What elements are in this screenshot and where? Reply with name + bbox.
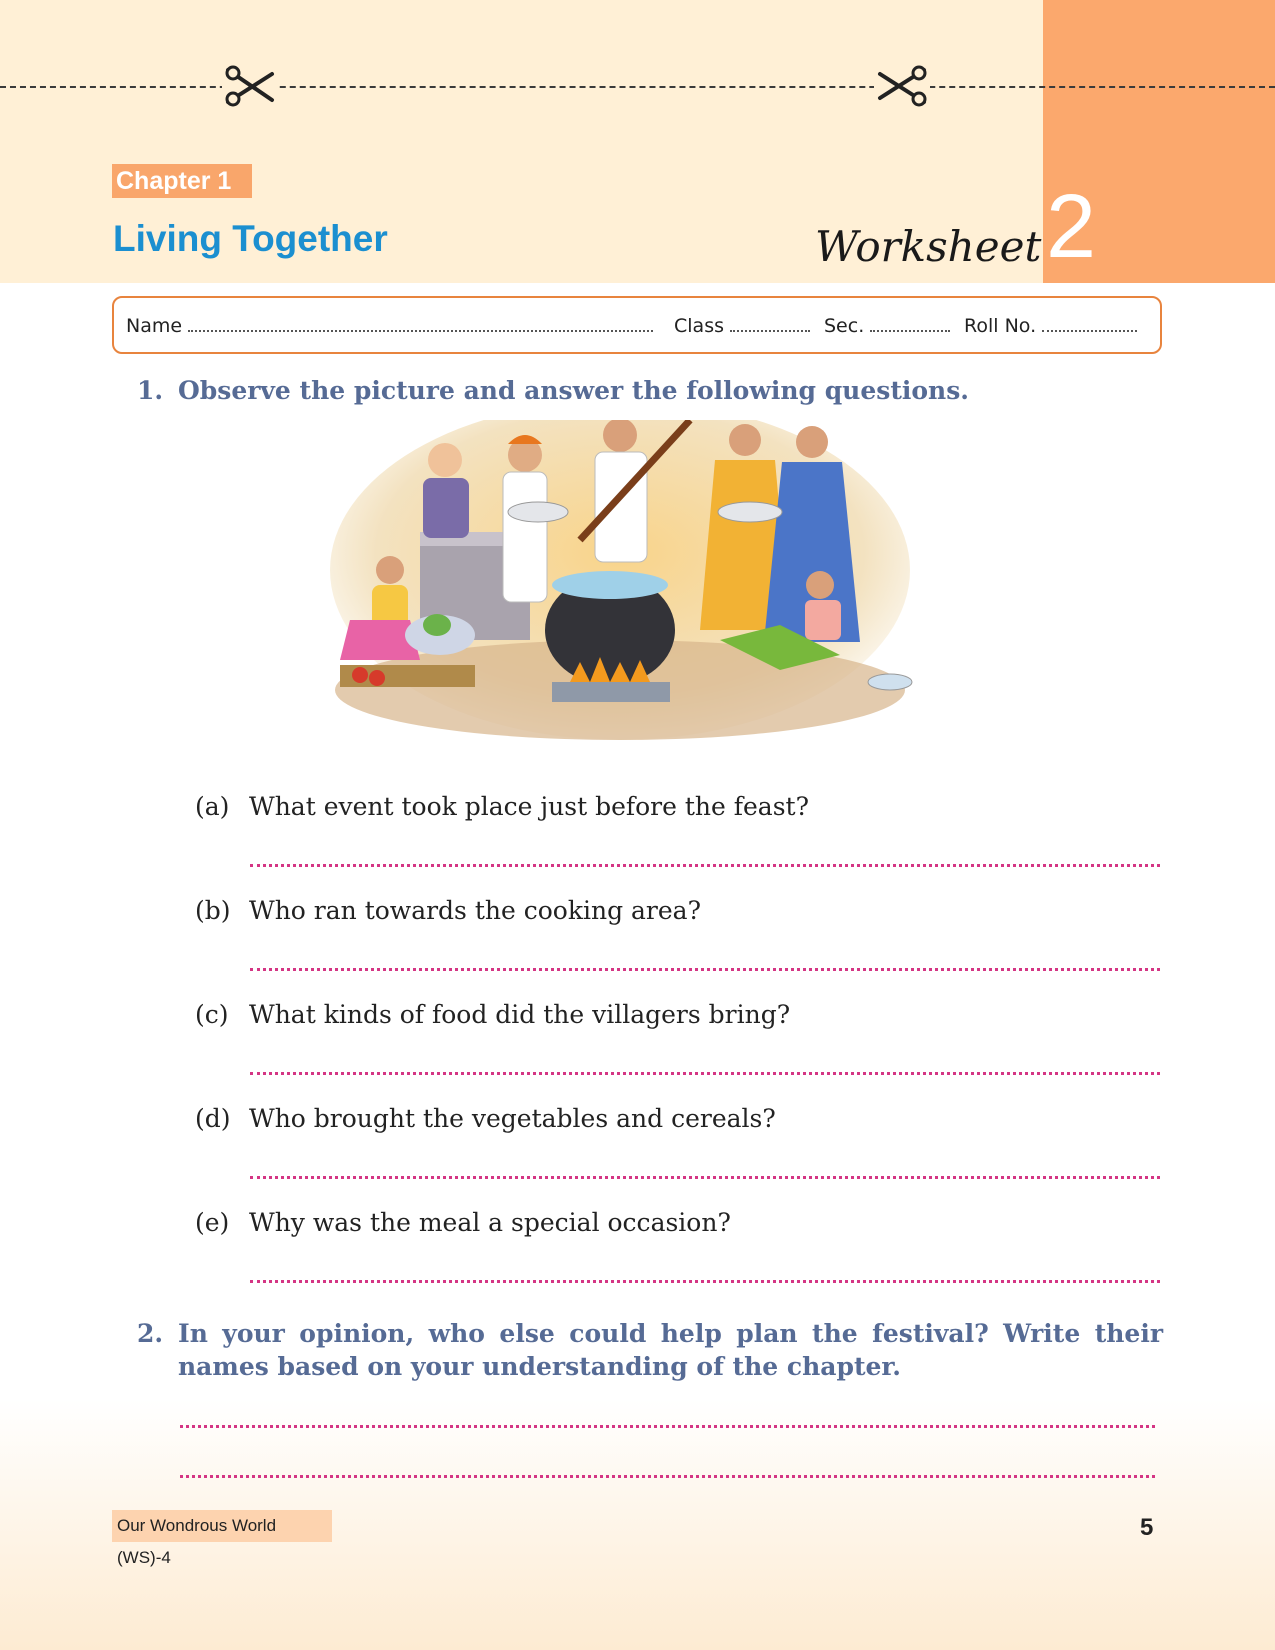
sec-label: Sec. bbox=[824, 315, 865, 337]
villagers-cooking-illustration bbox=[330, 420, 913, 740]
roll-no-field[interactable]: Roll No. bbox=[964, 315, 1138, 337]
worksheet-number: 2 bbox=[1045, 177, 1097, 277]
answer-line[interactable] bbox=[180, 1425, 1155, 1428]
sub-question-text: What event took place just before the fe… bbox=[249, 792, 809, 821]
answer-line[interactable] bbox=[250, 968, 1160, 971]
sub-question-label: (a) bbox=[195, 792, 230, 821]
page-number: 5 bbox=[1140, 1514, 1154, 1541]
sec-field[interactable]: Sec. bbox=[824, 315, 951, 337]
answer-line[interactable] bbox=[250, 864, 1160, 867]
question-2-number: 2. bbox=[137, 1319, 164, 1348]
question-number: 1. bbox=[137, 376, 164, 405]
question-2-text-line-2: names based on your understanding of the… bbox=[178, 1352, 901, 1381]
question-1-text: Observe the picture and answer the follo… bbox=[178, 376, 970, 405]
class-label: Class bbox=[674, 315, 724, 337]
sub-question-text: What kinds of food did the villagers bri… bbox=[249, 1000, 791, 1029]
scissors-icon bbox=[874, 64, 930, 108]
answer-line[interactable] bbox=[250, 1176, 1160, 1179]
sub-question-text: Who brought the vegetables and cereals? bbox=[249, 1104, 776, 1133]
sub-question-text: Who ran towards the cooking area? bbox=[249, 896, 701, 925]
student-info-box: Name Class Sec. Roll No. bbox=[112, 296, 1162, 354]
sub-question-label: (b) bbox=[195, 896, 231, 925]
question-2-text-line-1: In your opinion, who else could help pla… bbox=[178, 1319, 1163, 1348]
chapter-label: Chapter 1 bbox=[112, 164, 252, 198]
answer-line[interactable] bbox=[180, 1475, 1155, 1478]
roll-no-label: Roll No. bbox=[964, 315, 1037, 337]
class-field[interactable]: Class bbox=[674, 315, 810, 337]
book-title: Our Wondrous World (WS)-4 bbox=[112, 1510, 332, 1567]
sub-question-label: (c) bbox=[195, 1000, 229, 1029]
scissors-icon bbox=[222, 64, 278, 108]
sub-question-text: Why was the meal a special occasion? bbox=[249, 1208, 731, 1237]
cut-line bbox=[0, 86, 1275, 88]
chapter-title: Living Together bbox=[113, 218, 388, 259]
name-field[interactable]: Name bbox=[126, 315, 654, 337]
answer-line[interactable] bbox=[250, 1280, 1160, 1283]
name-label: Name bbox=[126, 315, 183, 337]
answer-line[interactable] bbox=[250, 1072, 1160, 1075]
question-1: 1. bbox=[137, 374, 163, 407]
sub-question-label: (d) bbox=[195, 1104, 231, 1133]
worksheet-label: Worksheet bbox=[815, 222, 1042, 271]
sub-question-label: (e) bbox=[195, 1208, 230, 1237]
